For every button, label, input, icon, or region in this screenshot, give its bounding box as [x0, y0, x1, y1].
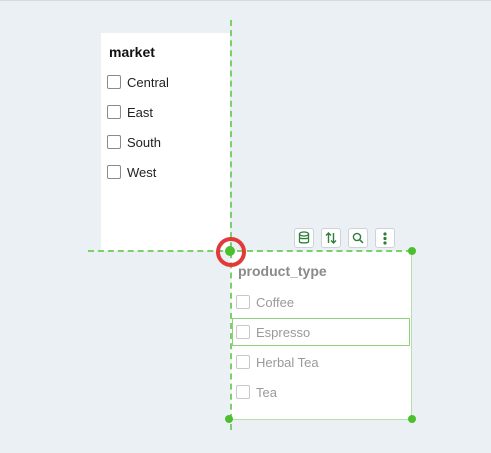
top-border	[0, 0, 491, 1]
more-vertical-icon	[383, 231, 387, 245]
horizontal-alignment-guide	[88, 250, 412, 252]
selection-border-right	[411, 251, 412, 419]
product-type-filter-title: product_type	[238, 263, 327, 279]
checkbox[interactable]	[107, 75, 121, 89]
market-filter-panel: market Central East South West	[101, 33, 230, 251]
checkbox[interactable]	[107, 165, 121, 179]
database-icon	[298, 231, 310, 245]
checkbox[interactable]	[236, 385, 250, 399]
market-filter-title: market	[109, 44, 155, 60]
sort-button[interactable]	[321, 228, 341, 248]
resize-handle-top-right[interactable]	[408, 247, 416, 255]
vertical-alignment-guide	[230, 20, 232, 430]
product-item-coffee[interactable]: Coffee	[236, 291, 294, 313]
checkbox[interactable]	[107, 135, 121, 149]
search-button[interactable]	[348, 228, 368, 248]
resize-handle-top-left[interactable]	[225, 246, 235, 256]
market-item-label: East	[127, 104, 154, 120]
market-item-central[interactable]: Central	[107, 71, 169, 93]
checkbox[interactable]	[236, 355, 250, 369]
more-options-button[interactable]	[375, 228, 395, 248]
product-item-tea[interactable]: Tea	[236, 381, 277, 403]
resize-handle-bottom-right[interactable]	[408, 415, 416, 423]
market-item-east[interactable]: East	[107, 101, 153, 123]
product-item-herbal-tea[interactable]: Herbal Tea	[236, 351, 319, 373]
product-item-label: Coffee	[256, 294, 295, 310]
product-item-label: Tea	[256, 384, 277, 400]
market-item-label: West	[127, 164, 157, 180]
market-item-south[interactable]: South	[107, 131, 161, 153]
hovered-item-highlight	[232, 318, 410, 346]
checkbox[interactable]	[236, 295, 250, 309]
checkbox[interactable]	[107, 105, 121, 119]
selection-border-bottom	[230, 419, 412, 420]
market-item-west[interactable]: West	[107, 161, 156, 183]
product-item-label: Herbal Tea	[256, 354, 319, 370]
market-item-label: South	[127, 134, 161, 150]
panel-toolbar	[294, 228, 395, 248]
database-button[interactable]	[294, 228, 314, 248]
search-icon	[352, 232, 364, 244]
resize-handle-bottom-left[interactable]	[225, 415, 233, 423]
sort-icon	[325, 231, 337, 245]
market-item-label: Central	[127, 74, 169, 90]
